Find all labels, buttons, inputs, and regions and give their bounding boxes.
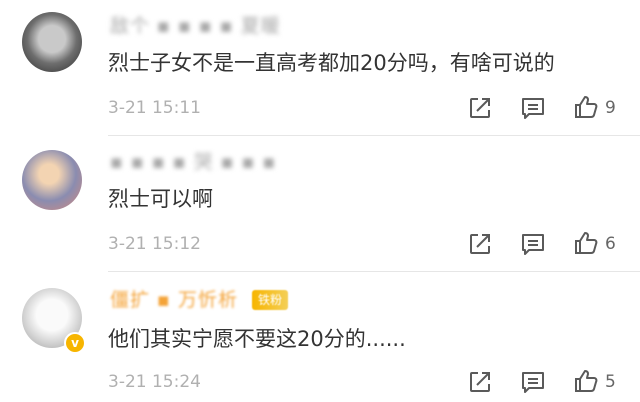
- share-icon[interactable]: [467, 95, 493, 121]
- like-icon[interactable]: [573, 368, 599, 394]
- comment-text: 烈士可以啊: [108, 187, 213, 211]
- comment-item: 敌个 ▪ ▪ ▪ ▪ 夏暖 烈士子女不是一直高考都加20分吗，有啥可说的 3-2…: [0, 0, 640, 134]
- like-count: 6: [605, 234, 616, 254]
- username[interactable]: 僵扩 ▪ 万忻析: [110, 288, 238, 312]
- username[interactable]: 敌个 ▪ ▪ ▪ ▪ 夏暖: [110, 14, 281, 38]
- timestamp: 3-21 15:24: [108, 372, 201, 392]
- comment-text: 烈士子女不是一直高考都加20分吗，有啥可说的: [108, 51, 555, 75]
- verified-badge: v: [64, 332, 86, 354]
- like-count: 5: [605, 372, 616, 392]
- fan-badge: 铁粉: [252, 290, 289, 310]
- timestamp: 3-21 15:12: [108, 234, 201, 254]
- like-count: 9: [605, 98, 616, 118]
- comment-text: 他们其实宁愿不要这20分的......: [108, 327, 406, 351]
- like-icon[interactable]: [573, 94, 599, 120]
- comment-icon[interactable]: [520, 95, 546, 121]
- avatar[interactable]: [22, 150, 82, 210]
- like-icon[interactable]: [573, 230, 599, 256]
- timestamp: 3-21 15:11: [108, 98, 201, 118]
- avatar[interactable]: [22, 12, 82, 72]
- share-icon[interactable]: [467, 231, 493, 257]
- comment-icon[interactable]: [520, 231, 546, 257]
- comment-item: v 僵扩 ▪ 万忻析 铁粉 他们其实宁愿不要这20分的...... 3-21 1…: [0, 272, 640, 402]
- share-icon[interactable]: [467, 369, 493, 395]
- comment-item: ▪ ▪ ▪ ▪ 哭 ▪ ▪ ▪ 烈士可以啊 3-21 15:12 6: [0, 136, 640, 270]
- username[interactable]: ▪ ▪ ▪ ▪ 哭 ▪ ▪ ▪: [110, 150, 276, 174]
- comment-icon[interactable]: [520, 369, 546, 395]
